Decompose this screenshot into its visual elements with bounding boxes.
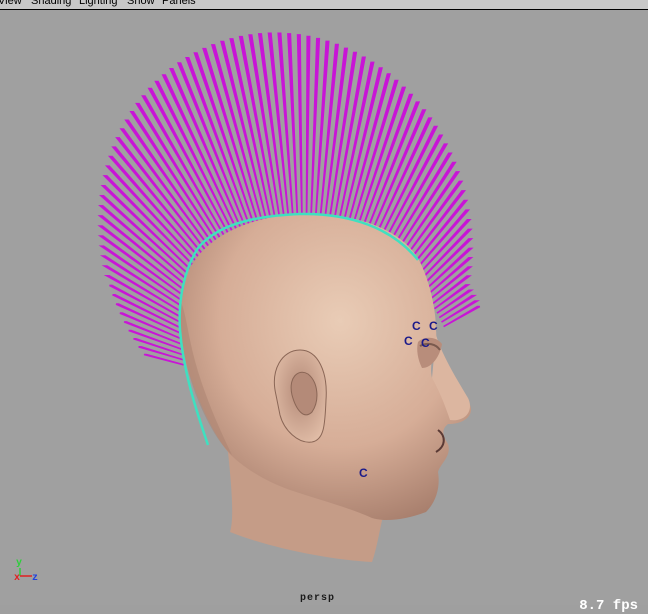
menu-view[interactable]: View xyxy=(0,0,22,8)
menu-show[interactable]: Show xyxy=(127,0,155,8)
hair-strand[interactable] xyxy=(296,34,303,221)
maya-viewport-window: View Shading Lighting Show Panels C C C … xyxy=(0,0,648,614)
hair-strand[interactable] xyxy=(143,353,184,366)
menu-shading[interactable]: Shading xyxy=(31,0,71,8)
locator-marker[interactable]: C xyxy=(421,336,430,350)
menu-lighting[interactable]: Lighting xyxy=(79,0,118,8)
hair-strand[interactable] xyxy=(119,312,186,341)
locator-marker[interactable]: C xyxy=(412,319,421,333)
view-axis-icon xyxy=(19,568,32,577)
hair-strand[interactable] xyxy=(350,79,399,233)
locator-marker[interactable]: C xyxy=(429,319,438,333)
hair-strand[interactable] xyxy=(115,137,216,263)
fps-counter: 8.7 fps xyxy=(579,598,638,614)
locator-marker[interactable]: C xyxy=(404,334,413,348)
hair-strand[interactable] xyxy=(305,35,311,221)
camera-name-label: persp xyxy=(300,593,336,604)
hair-strand[interactable] xyxy=(431,275,472,305)
head-mesh[interactable] xyxy=(179,213,472,520)
locator-marker[interactable]: C xyxy=(359,466,368,480)
3d-viewport[interactable]: C C C C C y x z persp 8.7 fps xyxy=(0,10,648,614)
hair-strand[interactable] xyxy=(287,33,299,221)
panel-menu-bar: View Shading Lighting Show Panels xyxy=(0,0,648,10)
menu-panels[interactable]: Panels xyxy=(162,0,196,8)
scene-render[interactable]: C C C C C xyxy=(0,10,648,605)
